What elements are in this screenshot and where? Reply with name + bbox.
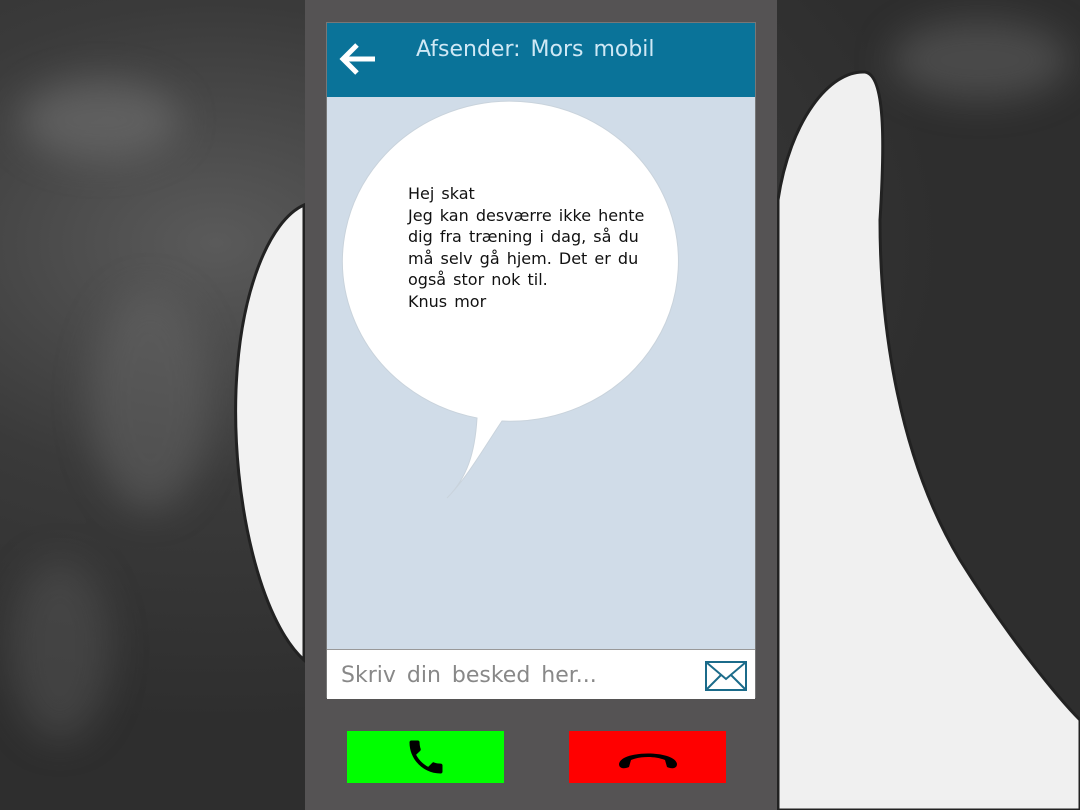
phone-body: Afsender: Mors mobil Hej skat Jeg kan de… bbox=[305, 0, 777, 810]
envelope-icon[interactable] bbox=[705, 661, 747, 691]
hangup-button[interactable] bbox=[569, 731, 726, 783]
right-hand bbox=[776, 70, 1080, 810]
left-thumb bbox=[234, 202, 306, 664]
phone-screen: Afsender: Mors mobil Hej skat Jeg kan de… bbox=[326, 22, 756, 699]
phone-hangup-icon bbox=[618, 753, 677, 769]
call-button[interactable] bbox=[347, 731, 504, 783]
message-input[interactable] bbox=[339, 658, 693, 692]
message-text: Hej skat Jeg kan desværre ikke hente dig… bbox=[408, 184, 645, 311]
speech-bubble bbox=[342, 100, 679, 499]
compose-bar bbox=[327, 649, 755, 699]
phone-icon bbox=[409, 740, 442, 774]
